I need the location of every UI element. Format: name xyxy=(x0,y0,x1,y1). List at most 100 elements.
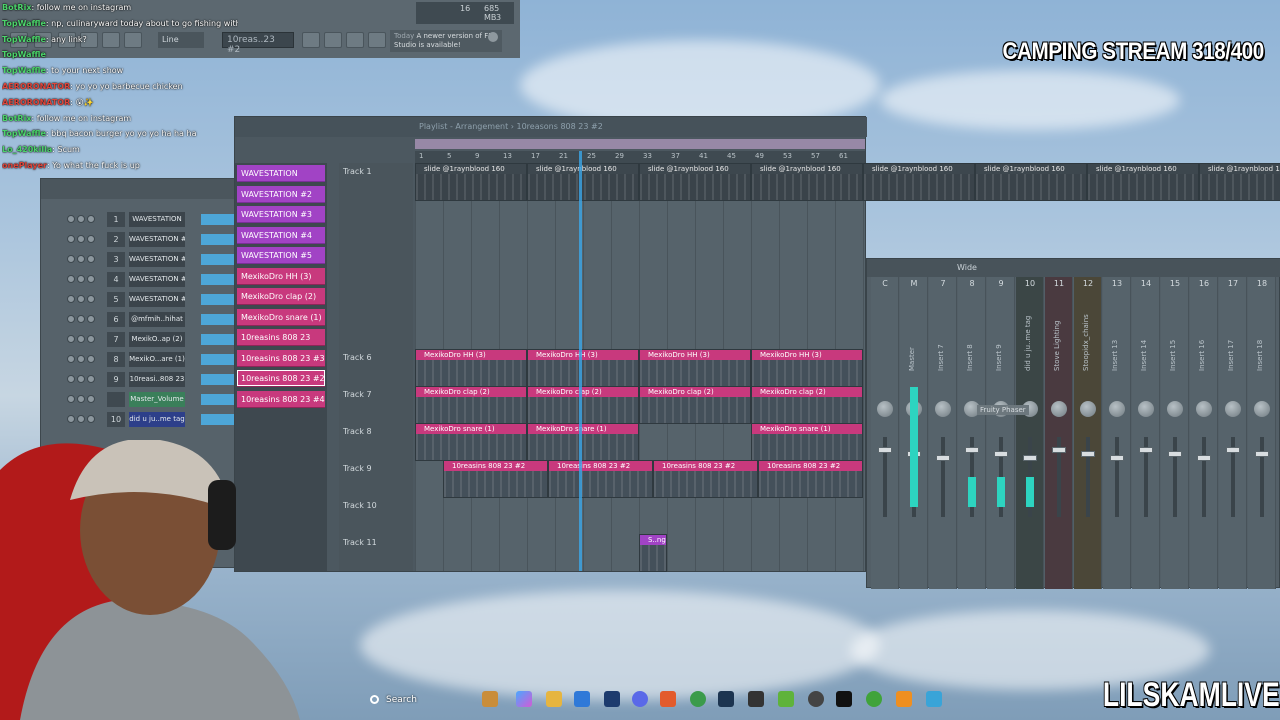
timeline-ruler[interactable]: 1 5 9 13 17 21 25 29 33 37 41 45 49 53 57 61 xyxy=(415,151,865,163)
channel-row[interactable]: 6 @mfmih..hihat xyxy=(67,311,237,329)
channel-row[interactable]: 10 did u ju..me tag xyxy=(67,411,237,429)
mixer-strip[interactable]: C xyxy=(871,277,899,589)
pan-knob-icon[interactable] xyxy=(1080,401,1096,417)
mute-icon[interactable] xyxy=(67,295,75,303)
volume-fader[interactable] xyxy=(1260,437,1264,517)
volume-fader[interactable] xyxy=(1086,437,1090,517)
pattern-item[interactable]: 10reasins 808 23 #4 xyxy=(237,390,325,408)
pan-knob-icon[interactable] xyxy=(1225,401,1241,417)
channel-name-button[interactable]: 10reasi..808 23 xyxy=(129,372,185,387)
mixer-strip[interactable]: 7 Insert 7 xyxy=(929,277,957,589)
playlist-clip[interactable]: MexikoDro clap (2) xyxy=(415,386,527,424)
step-sequencer[interactable] xyxy=(201,374,237,385)
notepad-icon[interactable] xyxy=(926,691,942,707)
channel-number[interactable]: 3 xyxy=(107,252,125,267)
app-icon[interactable] xyxy=(748,691,764,707)
mixer-strip[interactable]: 13 Insert 13 xyxy=(1103,277,1131,589)
effect-slot-label[interactable]: Fruity Phaser xyxy=(977,405,1029,415)
news-panel[interactable]: Today A newer version of FL Studio is av… xyxy=(390,30,502,52)
pan-knob-icon[interactable] xyxy=(1051,401,1067,417)
pan-knob-icon[interactable] xyxy=(77,395,85,403)
playlist-scrollbar[interactable] xyxy=(415,139,865,149)
pan-knob-icon[interactable] xyxy=(1167,401,1183,417)
fader-handle[interactable] xyxy=(1081,451,1095,457)
fader-handle[interactable] xyxy=(1023,455,1037,461)
track-label[interactable]: Track 8 xyxy=(343,427,372,436)
playlist-clip[interactable]: MexikoDro HH (3) xyxy=(527,349,639,387)
fader-handle[interactable] xyxy=(1226,447,1240,453)
step-sequencer[interactable] xyxy=(201,234,237,245)
playlist-clip[interactable]: slide @1raynblood 160 xyxy=(1087,163,1199,201)
channel-name-button[interactable]: @mfmih..hihat xyxy=(129,312,185,327)
pan-knob-icon[interactable] xyxy=(877,401,893,417)
fader-handle[interactable] xyxy=(1255,451,1269,457)
volume-fader[interactable] xyxy=(1173,437,1177,517)
pan-knob-icon[interactable] xyxy=(77,235,85,243)
pan-knob-icon[interactable] xyxy=(1196,401,1212,417)
channel-name-button[interactable]: Master_Volume xyxy=(129,392,185,407)
track-label[interactable]: Track 11 xyxy=(343,538,377,547)
playlist-clip[interactable]: MexikoDro snare (1) xyxy=(527,423,639,461)
playlist-clip[interactable]: MexikoDro snare (1) xyxy=(751,423,863,461)
step-sequencer[interactable] xyxy=(201,394,237,405)
channel-controls[interactable] xyxy=(67,275,99,285)
volume-knob-icon[interactable] xyxy=(87,255,95,263)
playlist-clip[interactable]: MexikoDro clap (2) xyxy=(527,386,639,424)
playlist-clip[interactable]: 10reasins 808 23 #2 xyxy=(443,460,548,498)
track-label[interactable]: Track 9 xyxy=(343,464,372,473)
browser-button[interactable] xyxy=(368,32,386,48)
pan-knob-icon[interactable] xyxy=(935,401,951,417)
playlist-clip[interactable]: slide @1raynblood 160 xyxy=(415,163,527,201)
mute-icon[interactable] xyxy=(67,255,75,263)
mute-icon[interactable] xyxy=(67,235,75,243)
channel-controls[interactable] xyxy=(67,255,99,265)
playlist-clip[interactable]: MexikoDro clap (2) xyxy=(751,386,863,424)
channel-number[interactable]: 2 xyxy=(107,232,125,247)
channel-row[interactable]: 7 MexikO..ap (2) xyxy=(67,331,237,349)
volume-knob-icon[interactable] xyxy=(87,235,95,243)
mute-icon[interactable] xyxy=(67,315,75,323)
volume-knob-icon[interactable] xyxy=(87,395,95,403)
volume-knob-icon[interactable] xyxy=(87,415,95,423)
channel-controls[interactable] xyxy=(67,315,99,325)
pattern-item[interactable]: WAVESTATION #4 xyxy=(237,226,325,244)
channel-row[interactable]: 9 10reasi..808 23 xyxy=(67,371,237,389)
news-close-icon[interactable] xyxy=(488,32,498,42)
pan-knob-icon[interactable] xyxy=(77,215,85,223)
playlist-clip[interactable]: slide @1raynblood 160 xyxy=(527,163,639,201)
fl-studio-icon[interactable] xyxy=(896,691,912,707)
pan-knob-icon[interactable] xyxy=(1138,401,1154,417)
channel-controls[interactable] xyxy=(67,215,99,225)
channel-number[interactable]: 4 xyxy=(107,272,125,287)
step-sequencer[interactable] xyxy=(201,314,237,325)
volume-knob-icon[interactable] xyxy=(87,215,95,223)
playlist-clip[interactable]: MexikoDro HH (3) xyxy=(639,349,751,387)
channel-controls[interactable] xyxy=(67,335,99,345)
playlist-clip[interactable]: MexikoDro snare (1) xyxy=(415,423,527,461)
fader-handle[interactable] xyxy=(1197,455,1211,461)
playlist-clip[interactable]: 10reasins 808 23 #2 xyxy=(653,460,758,498)
chrome-icon[interactable] xyxy=(690,691,706,707)
playlist-clip[interactable]: MexikoDro clap (2) xyxy=(639,386,751,424)
track-label[interactable]: Track 10 xyxy=(343,501,377,510)
volume-knob-icon[interactable] xyxy=(87,295,95,303)
mixer-strip[interactable]: 17 Insert 17 xyxy=(1219,277,1247,589)
pan-knob-icon[interactable] xyxy=(77,335,85,343)
step-sequencer[interactable] xyxy=(201,414,237,425)
pattern-item[interactable]: WAVESTATION xyxy=(237,165,325,182)
channel-name-button[interactable]: WAVESTATION #3 xyxy=(129,252,185,267)
step-sequencer[interactable] xyxy=(201,254,237,265)
fader-handle[interactable] xyxy=(994,451,1008,457)
fader-handle[interactable] xyxy=(1110,455,1124,461)
playlist-clip[interactable]: slide @1raynblood 160 xyxy=(975,163,1087,201)
pattern-item[interactable]: MexikoDro clap (2) xyxy=(237,288,325,305)
mixer-strip[interactable]: 12 Stoopidx_chains xyxy=(1074,277,1102,589)
brave-icon[interactable] xyxy=(660,691,676,707)
playlist-clip[interactable]: slide @1raynblood 160 xyxy=(1199,163,1280,201)
mixer-strip[interactable]: 16 Insert 16 xyxy=(1190,277,1218,589)
volume-knob-icon[interactable] xyxy=(87,315,95,323)
store-icon[interactable] xyxy=(574,691,590,707)
playlist-clip[interactable]: 10reasins 808 23 #2 xyxy=(758,460,863,498)
channel-row[interactable]: 4 WAVESTATION #4 xyxy=(67,271,237,289)
fader-handle[interactable] xyxy=(878,447,892,453)
